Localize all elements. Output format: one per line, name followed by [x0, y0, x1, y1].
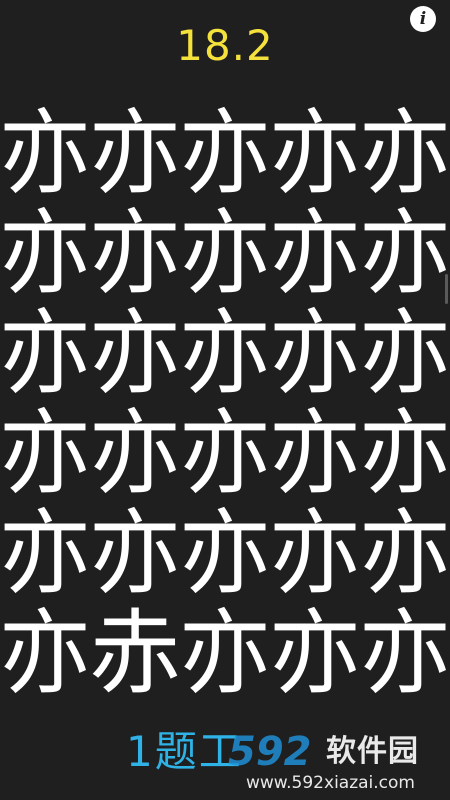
grid-cell[interactable]: 亦 — [359, 604, 450, 704]
grid-cell[interactable]: 亦 — [89, 304, 181, 404]
grid-cell[interactable]: 亦 — [179, 404, 271, 504]
grid-cell[interactable]: 亦 — [0, 104, 91, 204]
grid-cell[interactable]: 亦 — [269, 304, 361, 404]
grid-cell[interactable]: 亦 — [359, 204, 450, 304]
footer: 1题工 592 软件园 www.592xiazai.com — [0, 722, 450, 800]
grid-cell[interactable]: 亦 — [179, 304, 271, 404]
character-grid: 亦亦亦亦亦亦亦亦亦亦亦亦亦亦亦亦亦亦亦亦亦亦亦亦亦亦赤亦亦亦 — [0, 104, 450, 704]
grid-cell[interactable]: 亦 — [179, 504, 271, 604]
watermark-url: www.592xiazai.com — [246, 773, 415, 793]
grid-cell[interactable]: 亦 — [359, 504, 450, 604]
info-icon[interactable]: i — [410, 6, 436, 32]
watermark-name: 软件园 — [326, 734, 419, 769]
grid-cell[interactable]: 亦 — [89, 404, 181, 504]
grid-cell[interactable]: 亦 — [269, 604, 361, 704]
timer-display: 18.2 — [176, 21, 274, 70]
grid-cell[interactable]: 亦 — [0, 404, 91, 504]
grid-cell[interactable]: 赤 — [89, 604, 181, 704]
grid-cell[interactable]: 亦 — [0, 604, 91, 704]
grid-cell[interactable]: 亦 — [0, 504, 91, 604]
grid-cell[interactable]: 亦 — [269, 204, 361, 304]
grid-cell[interactable]: 亦 — [0, 204, 91, 304]
grid-cell[interactable]: 亦 — [89, 204, 181, 304]
grid-cell[interactable]: 亦 — [179, 104, 271, 204]
grid-cell[interactable]: 亦 — [359, 304, 450, 404]
grid-cell[interactable]: 亦 — [269, 504, 361, 604]
level-label: 1题工 — [126, 727, 243, 776]
grid-cell[interactable]: 亦 — [269, 404, 361, 504]
grid-cell[interactable]: 亦 — [89, 104, 181, 204]
grid-cell[interactable]: 亦 — [359, 404, 450, 504]
grid-cell[interactable]: 亦 — [359, 104, 450, 204]
scroll-indicator — [445, 274, 448, 304]
grid-cell[interactable]: 亦 — [89, 504, 181, 604]
grid-cell[interactable]: 亦 — [0, 304, 91, 404]
watermark-logo: 592 — [228, 729, 312, 775]
grid-cell[interactable]: 亦 — [269, 104, 361, 204]
grid-cell[interactable]: 亦 — [179, 604, 271, 704]
grid-cell[interactable]: 亦 — [179, 204, 271, 304]
